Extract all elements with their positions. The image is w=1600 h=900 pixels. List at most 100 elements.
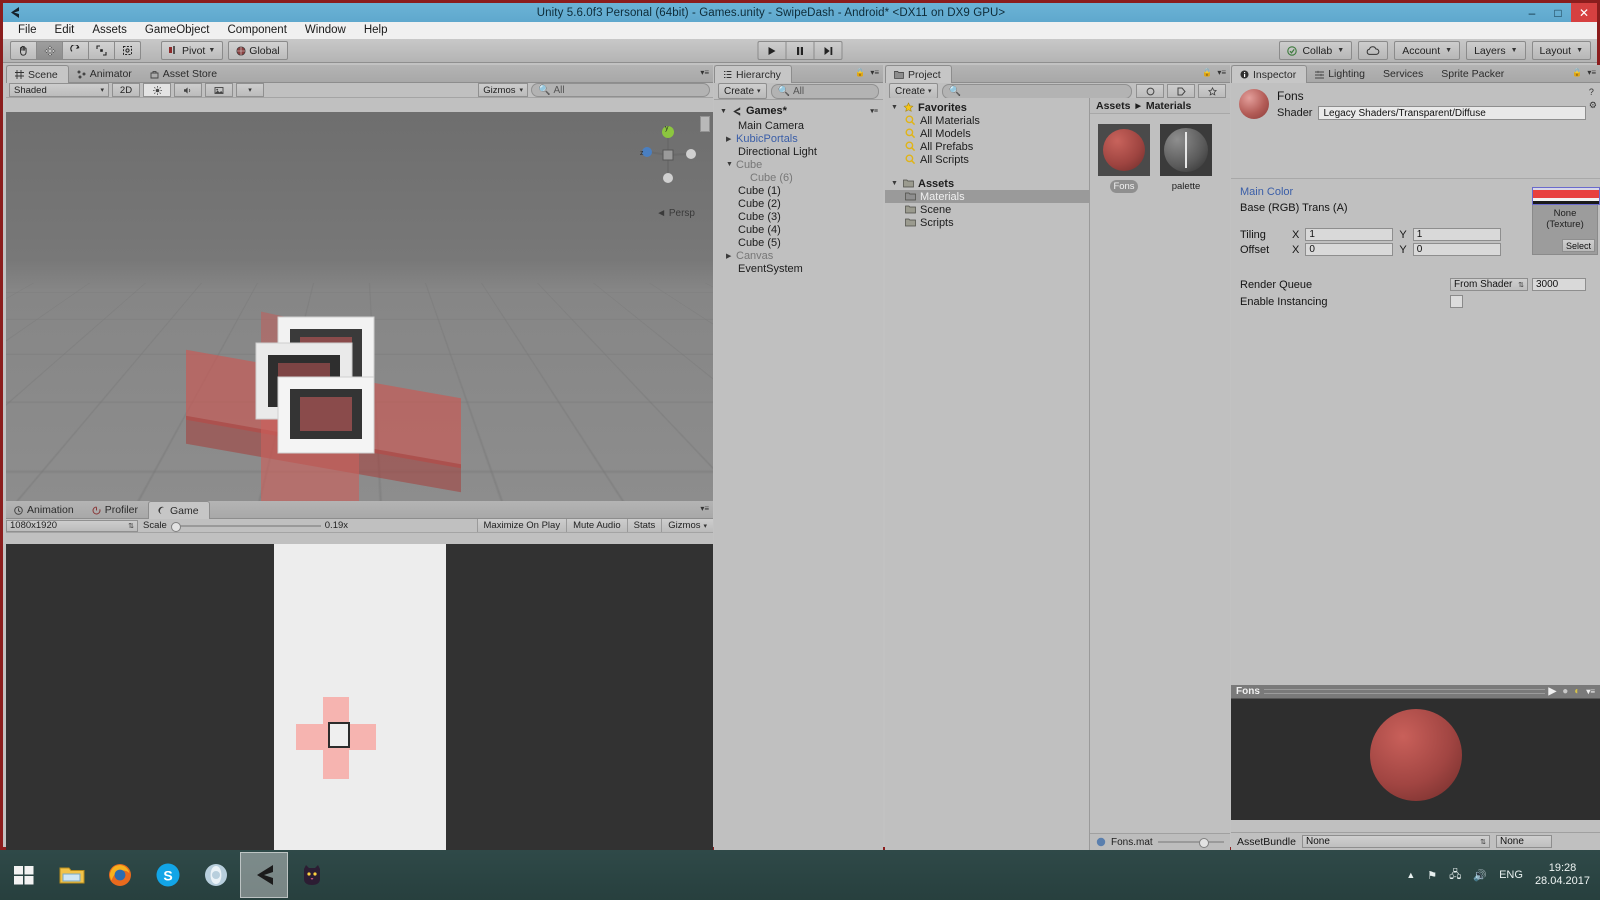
- project-favorite-all-models[interactable]: All Models: [885, 127, 1089, 140]
- tab-inspector[interactable]: Inspector: [1231, 65, 1308, 83]
- clock[interactable]: 19:28 28.04.2017: [1535, 862, 1590, 888]
- inspector-panel-menu[interactable]: 🔒 ▾≡: [1572, 68, 1596, 77]
- rect-tool-button[interactable]: [114, 41, 141, 60]
- hierarchy-item-directional-light[interactable]: Directional Light: [714, 145, 883, 158]
- scene-2d-toggle[interactable]: 2D: [112, 83, 140, 97]
- close-button[interactable]: ✕: [1571, 3, 1597, 22]
- assetbundle-variant-dropdown[interactable]: None: [1495, 835, 1552, 848]
- project-filter-label-icon[interactable]: [1167, 84, 1195, 98]
- move-tool-button[interactable]: [36, 41, 62, 60]
- preview-play-icon[interactable]: ▶: [1549, 686, 1557, 697]
- firefox-icon[interactable]: [96, 852, 144, 898]
- pause-button[interactable]: [785, 41, 814, 60]
- collab-button[interactable]: Collab ▼: [1279, 41, 1353, 60]
- menu-item-assets[interactable]: Assets: [83, 22, 136, 39]
- pivot-toggle-button[interactable]: Pivot ▼: [161, 41, 224, 60]
- scale-tool-button[interactable]: [88, 41, 114, 60]
- unity-icon[interactable]: [240, 852, 288, 898]
- chevron-down-icon[interactable]: ▼: [726, 161, 736, 168]
- account-button[interactable]: Account ▼: [1394, 41, 1461, 60]
- texture-select-button[interactable]: Select: [1561, 239, 1595, 252]
- tab-asset-store[interactable]: Asset Store: [142, 66, 227, 82]
- game-scale-slider[interactable]: [170, 521, 321, 532]
- hand-tool-button[interactable]: [10, 41, 36, 60]
- start-button[interactable]: [0, 852, 48, 898]
- menu-item-gameobject[interactable]: GameObject: [136, 22, 219, 39]
- rotate-tool-button[interactable]: [62, 41, 88, 60]
- scene-viewport[interactable]: z y ◄ Persp: [6, 112, 713, 501]
- cat-app-icon[interactable]: [288, 852, 336, 898]
- scene-perspective-label[interactable]: ◄ Persp: [656, 208, 695, 219]
- network-icon[interactable]: 🖧: [1449, 866, 1461, 885]
- menu-item-window[interactable]: Window: [296, 22, 355, 39]
- game-viewport[interactable]: [6, 544, 713, 850]
- tiling-y-input[interactable]: 1: [1412, 228, 1501, 241]
- preview-material-sphere[interactable]: [1369, 709, 1462, 802]
- opera-icon[interactable]: [192, 852, 240, 898]
- project-folder-scripts[interactable]: Scripts: [885, 216, 1089, 229]
- global-toggle-button[interactable]: Global: [228, 41, 288, 60]
- tray-expand-icon[interactable]: ▲: [1406, 870, 1415, 880]
- menu-item-component[interactable]: Component: [218, 22, 295, 39]
- panel-options-icon[interactable]: ▾≡: [870, 68, 879, 77]
- chevron-down-icon[interactable]: ▼: [891, 180, 899, 187]
- flag-icon[interactable]: ⚑: [1427, 869, 1437, 882]
- volume-icon[interactable]: 🔊: [1473, 869, 1487, 882]
- project-favorite-all-materials[interactable]: All Materials: [885, 114, 1089, 127]
- lock-icon[interactable]: 🔒: [855, 68, 865, 77]
- skype-icon[interactable]: S: [144, 852, 192, 898]
- chevron-right-icon[interactable]: ▶: [726, 135, 736, 143]
- project-favorite-icon[interactable]: [1198, 84, 1226, 98]
- layers-button[interactable]: Layers ▼: [1466, 41, 1526, 60]
- lock-icon[interactable]: 🔒: [1202, 68, 1212, 77]
- game-scale-control[interactable]: Scale 0.19x: [138, 520, 477, 532]
- shader-dropdown[interactable]: Legacy Shaders/Transparent/Diffuse: [1318, 106, 1587, 120]
- panel-options-icon[interactable]: ▾≡: [1217, 68, 1226, 77]
- hierarchy-item-main-camera[interactable]: Main Camera: [714, 119, 883, 132]
- tab-project[interactable]: Project: [885, 65, 952, 83]
- assetbundle-name-dropdown[interactable]: None ⇅: [1301, 835, 1490, 848]
- tab-lighting[interactable]: Lighting: [1307, 66, 1375, 82]
- offset-x-input[interactable]: 0: [1305, 243, 1394, 256]
- chevron-down-icon[interactable]: ▼: [891, 104, 899, 111]
- hierarchy-search-input[interactable]: 🔍 All: [770, 83, 879, 99]
- chevron-down-icon[interactable]: ▼: [720, 108, 727, 115]
- play-button[interactable]: [757, 41, 786, 60]
- hierarchy-panel-menu[interactable]: 🔒 ▾≡: [855, 68, 879, 77]
- hierarchy-item-cube-5[interactable]: Cube (5): [714, 236, 883, 249]
- project-create-button[interactable]: Create ▾: [889, 83, 938, 99]
- game-resolution-dropdown[interactable]: 1080x1920 ⇅: [6, 519, 138, 532]
- tiling-x-input[interactable]: 1: [1305, 228, 1394, 241]
- tab-sprite-packer[interactable]: Sprite Packer: [1433, 66, 1514, 82]
- minimize-button[interactable]: –: [1519, 3, 1545, 22]
- step-button[interactable]: [813, 41, 843, 60]
- asset-thumbnail[interactable]: [1160, 124, 1212, 176]
- hierarchy-item-cube-6[interactable]: Cube (6): [714, 171, 883, 184]
- enable-instancing-checkbox[interactable]: [1450, 295, 1463, 308]
- scene-view-axis-gizmo[interactable]: z y: [637, 124, 699, 186]
- preview-lighting-icon[interactable]: ◐: [1574, 686, 1580, 697]
- inspector-settings-icon[interactable]: ⚙: [1589, 100, 1597, 111]
- tab-animation[interactable]: Animation: [6, 502, 84, 518]
- panel-options-icon[interactable]: ▾≡: [1587, 68, 1596, 77]
- project-panel-menu[interactable]: 🔒 ▾≡: [1202, 68, 1226, 77]
- cloud-services-button[interactable]: [1358, 41, 1389, 60]
- tab-game[interactable]: Game: [147, 501, 210, 519]
- scene-panel-menu[interactable]: ▾≡: [700, 68, 709, 77]
- chevron-right-icon[interactable]: ▶: [726, 252, 736, 260]
- hierarchy-scene-root[interactable]: ▼ Games* ▾≡: [714, 103, 883, 119]
- scene-gizmos-dropdown[interactable]: Gizmos ▾: [478, 83, 528, 97]
- render-queue-value-input[interactable]: 3000: [1532, 278, 1586, 291]
- project-favorite-all-scripts[interactable]: All Scripts: [885, 153, 1089, 166]
- scene-lighting-toggle[interactable]: [143, 83, 171, 97]
- scene-draw-mode-dropdown[interactable]: Shaded ▾: [9, 83, 109, 97]
- project-search-input[interactable]: 🔍: [941, 83, 1132, 99]
- texture-object-field[interactable]: None (Texture) Select: [1532, 205, 1598, 255]
- project-thumbnail-size-knob[interactable]: [1198, 838, 1209, 848]
- project-thumbnail-size-slider[interactable]: [1157, 838, 1224, 848]
- game-gizmos-button[interactable]: Gizmos ▾: [661, 519, 713, 532]
- scene-audio-toggle[interactable]: [174, 83, 202, 97]
- maximize-button[interactable]: □: [1545, 3, 1571, 22]
- panel-options-icon[interactable]: ▾≡: [700, 504, 709, 513]
- project-folder-scene[interactable]: Scene: [885, 203, 1089, 216]
